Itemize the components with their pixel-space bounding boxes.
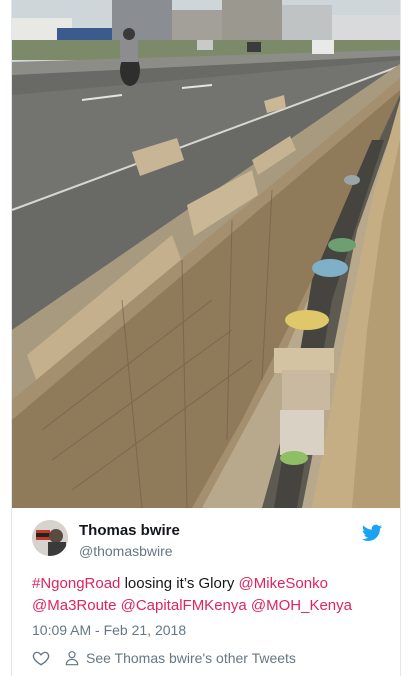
embedded-tweet-card: Thomas bwire @thomasbwire #NgongRoad loo…: [11, 0, 401, 676]
tweet-body-text: loosing it’s Glory: [120, 575, 239, 592]
tweet-author[interactable]: Thomas bwire @thomasbwire: [32, 520, 382, 564]
see-other-tweets-link[interactable]: See Thomas bwire's other Tweets: [64, 649, 296, 667]
author-display-name[interactable]: Thomas bwire: [79, 522, 180, 539]
hashtag-link[interactable]: #NgongRoad: [32, 575, 120, 592]
author-handle[interactable]: @thomasbwire: [79, 543, 173, 559]
tweet-photo[interactable]: [12, 0, 400, 508]
photo-illustration: [12, 0, 400, 508]
avatar-icon: [32, 520, 68, 556]
user-avatar[interactable]: [32, 520, 68, 556]
tweet-timestamp[interactable]: 10:09 AM - Feb 21, 2018: [32, 622, 186, 638]
person-icon: [65, 651, 79, 666]
mention-link[interactable]: @Ma3Route: [32, 597, 116, 614]
mention-link[interactable]: @CapitalFMKenya: [121, 597, 247, 614]
tweet-actions: See Thomas bwire's other Tweets: [32, 647, 382, 669]
heart-icon[interactable]: [32, 649, 50, 667]
mention-link[interactable]: @MOH_Kenya: [251, 597, 352, 614]
see-other-tweets-label: See Thomas bwire's other Tweets: [86, 650, 296, 666]
tweet-text: #NgongRoad loosing it’s Glory @MikeSonko…: [32, 573, 387, 617]
mention-link[interactable]: @MikeSonko: [239, 575, 328, 592]
twitter-bird-icon[interactable]: [362, 524, 382, 542]
